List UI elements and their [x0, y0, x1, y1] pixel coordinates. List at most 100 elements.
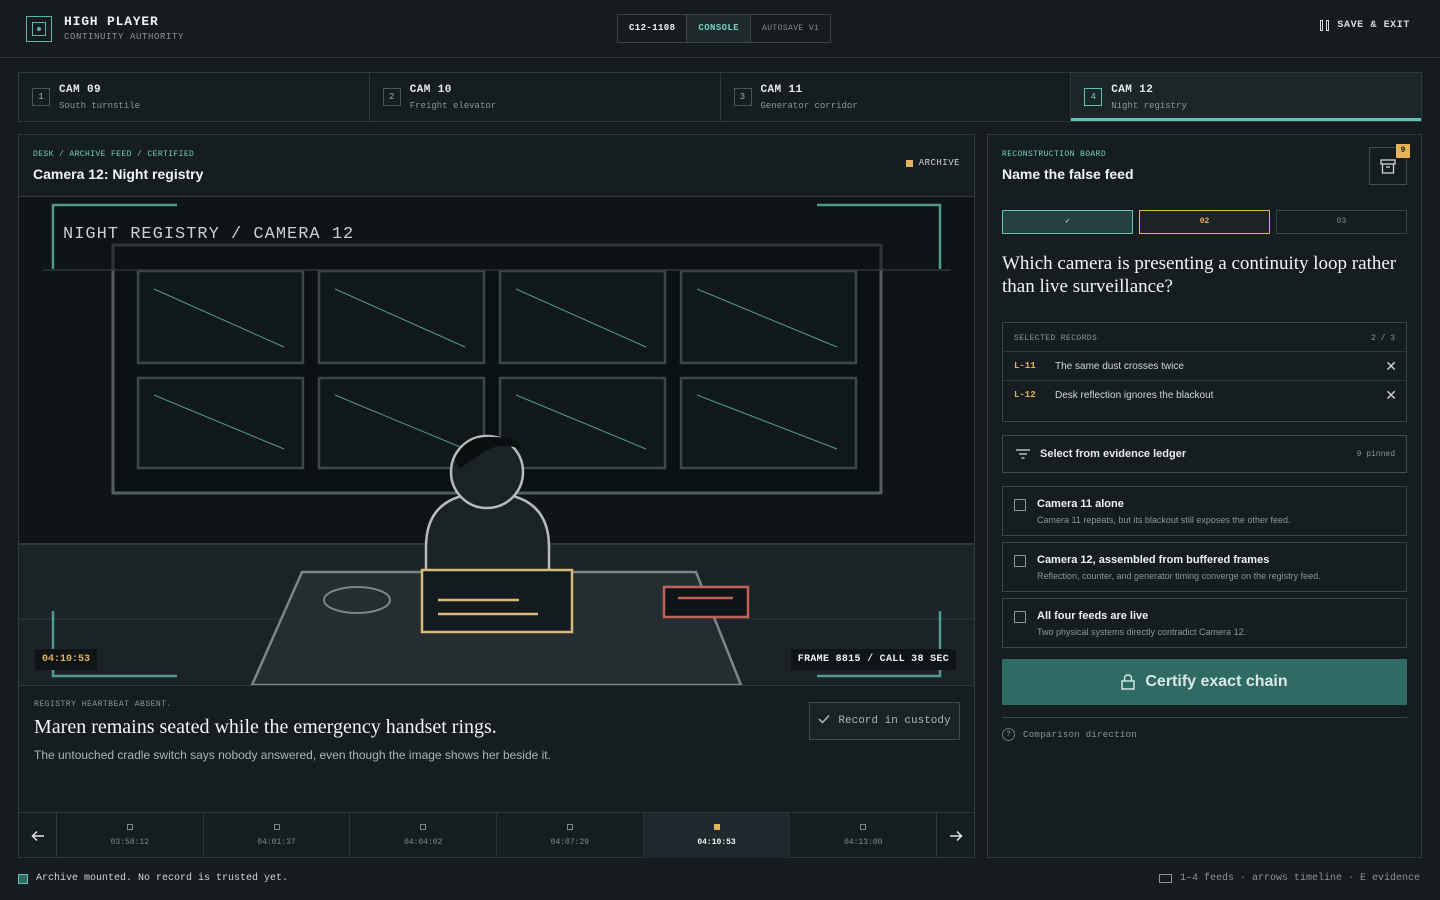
record-id: L-11 — [1014, 361, 1036, 371]
tab-cam-09[interactable]: 1 CAM 09 South turnstile — [19, 73, 370, 121]
record-row: L-12 Desk reflection ignores the blackou… — [1003, 380, 1406, 409]
console-tab[interactable]: CONSOLE — [687, 15, 752, 42]
tab-number: 1 — [32, 88, 50, 106]
timeline-marker[interactable]: 04:04:02 — [350, 813, 498, 858]
tab-subtitle: Generator corridor — [760, 101, 858, 111]
timeline-next-button[interactable] — [936, 813, 974, 858]
remove-record-close-icon[interactable]: ✕ — [1385, 358, 1397, 375]
caption-title: Maren remains seated while the emergency… — [34, 716, 497, 738]
filter-icon — [1016, 449, 1030, 459]
keyboard-hints: 1–4 feeds · arrows timeline · E evidence — [1158, 873, 1420, 884]
option-title: Camera 12, assembled from buffered frame… — [1037, 554, 1270, 566]
step-1-done[interactable]: ✓ — [1002, 210, 1133, 234]
tab-title: CAM 12 — [1111, 84, 1154, 96]
tab-title: CAM 10 — [409, 84, 452, 96]
option-subtitle: Camera 11 repeats, but its blackout stil… — [1037, 515, 1291, 525]
answer-option[interactable]: Camera 11 alone Camera 11 repeats, but i… — [1002, 486, 1407, 536]
feed-title: Camera 12: Night registry — [33, 166, 204, 182]
evidence-box-button[interactable]: 9 — [1369, 144, 1410, 185]
answer-option[interactable]: Camera 12, assembled from buffered frame… — [1002, 542, 1407, 592]
mode-switcher: C12-1108 CONSOLE AUTOSAVE V1 — [617, 14, 832, 43]
timeline-marker-active[interactable]: 04:10:53 — [643, 813, 791, 858]
feed-panel: DESK / ARCHIVE FEED / CERTIFIED Camera 1… — [18, 134, 975, 858]
option-title: All four feeds are live — [1037, 610, 1149, 622]
option-checkbox[interactable] — [1014, 555, 1026, 567]
ledger-label: Select from evidence ledger — [1040, 448, 1187, 460]
remove-record-close-icon[interactable]: ✕ — [1385, 387, 1397, 404]
record-text: Desk reflection ignores the blackout — [1055, 390, 1214, 401]
board-question: Which camera is presenting a continuity … — [1002, 253, 1397, 297]
record-id: L-12 — [1014, 390, 1036, 400]
step-2-current[interactable]: 02 — [1139, 210, 1270, 234]
timestamp-tag: 04:10:53 — [35, 649, 98, 670]
save-exit-button[interactable]: SAVE & EXIT — [1320, 20, 1410, 31]
tab-title: CAM 11 — [760, 84, 803, 96]
record-text: The same dust crosses twice — [1055, 361, 1184, 372]
evidence-caption: REGISTRY HEARTBEAT ABSENT. Maren remains… — [19, 685, 974, 812]
archive-badge: ARCHIVE — [905, 158, 960, 168]
evidence-count-badge: 9 — [1396, 144, 1410, 158]
timeline-marker[interactable]: 04:13:00 — [790, 813, 936, 858]
option-subtitle: Reflection, counter, and generator timin… — [1037, 571, 1321, 581]
comparison-label: Comparison direction — [1023, 729, 1138, 740]
camera-feed-view[interactable]: NIGHT REGISTRY / CAMERA 12 04:10:53 FRAM… — [19, 197, 974, 687]
certify-button[interactable]: Certify exact chain — [1002, 659, 1407, 705]
tab-number: 2 — [382, 88, 401, 106]
ledger-pinned-count: 9 pinned — [1356, 449, 1395, 459]
marker-time: 04:13:00 — [843, 838, 883, 847]
tab-subtitle: Night registry — [1111, 101, 1187, 111]
step-3[interactable]: 03 — [1276, 210, 1407, 234]
record-row: L-11 The same dust crosses twice ✕ — [1003, 351, 1406, 380]
app-title: HIGH PLAYER — [64, 14, 159, 29]
evidence-ledger-select[interactable]: Select from evidence ledger 9 pinned — [1002, 435, 1407, 473]
marker-time: 04:01:37 — [257, 838, 296, 847]
marker-time: 04:07:29 — [550, 838, 590, 847]
marker-icon — [126, 824, 133, 830]
case-id-tab[interactable]: C12-1108 — [618, 15, 688, 42]
option-title: Camera 11 alone — [1037, 498, 1124, 510]
tab-title: CAM 09 — [59, 84, 102, 96]
selected-records: SELECTED RECORDS 2 / 3 L-11 The same dus… — [1002, 322, 1407, 422]
tab-cam-10[interactable]: 2 CAM 10 Freight elevator — [369, 73, 721, 121]
arrow-right-icon — [949, 830, 963, 841]
camera-tabs: 1 CAM 09 South turnstile 2 CAM 10 Freigh… — [18, 72, 1422, 122]
pause-icon — [1320, 20, 1330, 31]
records-count: 2 / 3 — [1370, 334, 1395, 343]
frame-info-tag: FRAME 8815 / CALL 38 SEC — [790, 649, 956, 670]
marker-icon — [273, 824, 280, 830]
option-checkbox[interactable] — [1014, 499, 1026, 511]
tab-cam-12[interactable]: 4 CAM 12 Night registry — [1071, 73, 1421, 121]
certify-label: Certify exact chain — [1145, 673, 1288, 690]
timeline-marker[interactable]: 03:58:12 — [57, 813, 204, 858]
timeline-marker[interactable]: 04:01:37 — [204, 813, 351, 858]
timeline-marker[interactable]: 04:07:29 — [497, 813, 644, 858]
answer-option[interactable]: All four feeds are live Two physical sys… — [1002, 598, 1407, 648]
comparison-direction-link[interactable]: ? Comparison direction — [1002, 728, 1137, 741]
tab-cam-11[interactable]: 3 CAM 11 Generator corridor — [720, 73, 1072, 121]
save-exit-label: SAVE & EXIT — [1337, 20, 1410, 31]
marker-time: 03:58:12 — [110, 838, 150, 847]
autosave-tab[interactable]: AUTOSAVE V1 — [751, 15, 830, 42]
record-in-custody-label: Record in custody — [838, 715, 951, 727]
option-subtitle: Two physical systems directly contradict… — [1037, 627, 1247, 637]
status-icon — [18, 873, 28, 884]
marker-time: 04:10:53 — [697, 838, 736, 847]
timeline-prev-button[interactable] — [19, 813, 57, 858]
camera-scene: NIGHT REGISTRY / CAMERA 12 — [19, 197, 974, 687]
record-in-custody-button[interactable]: Record in custody — [809, 702, 960, 740]
marker-icon — [420, 824, 427, 830]
archive-label: ARCHIVE — [918, 158, 960, 168]
arrow-left-icon — [30, 830, 44, 841]
check-icon — [818, 714, 830, 728]
option-checkbox[interactable] — [1014, 611, 1026, 623]
marker-icon — [713, 824, 720, 830]
tab-subtitle: South turnstile — [59, 101, 141, 111]
step-progress: ✓ 02 03 — [1002, 210, 1407, 234]
timeline: 03:58:12 04:01:37 04:04:02 04:07:29 04:1… — [19, 812, 974, 858]
top-bar: HIGH PLAYER CONTINUITY AUTHORITY C12-110… — [0, 0, 1440, 58]
feed-header: DESK / ARCHIVE FEED / CERTIFIED Camera 1… — [19, 135, 974, 197]
overlay-label: NIGHT REGISTRY / CAMERA 12 — [63, 225, 354, 244]
breadcrumb: DESK / ARCHIVE FEED / CERTIFIED — [33, 150, 195, 159]
archive-status-icon — [905, 159, 913, 167]
records-header: SELECTED RECORDS — [1014, 334, 1098, 343]
